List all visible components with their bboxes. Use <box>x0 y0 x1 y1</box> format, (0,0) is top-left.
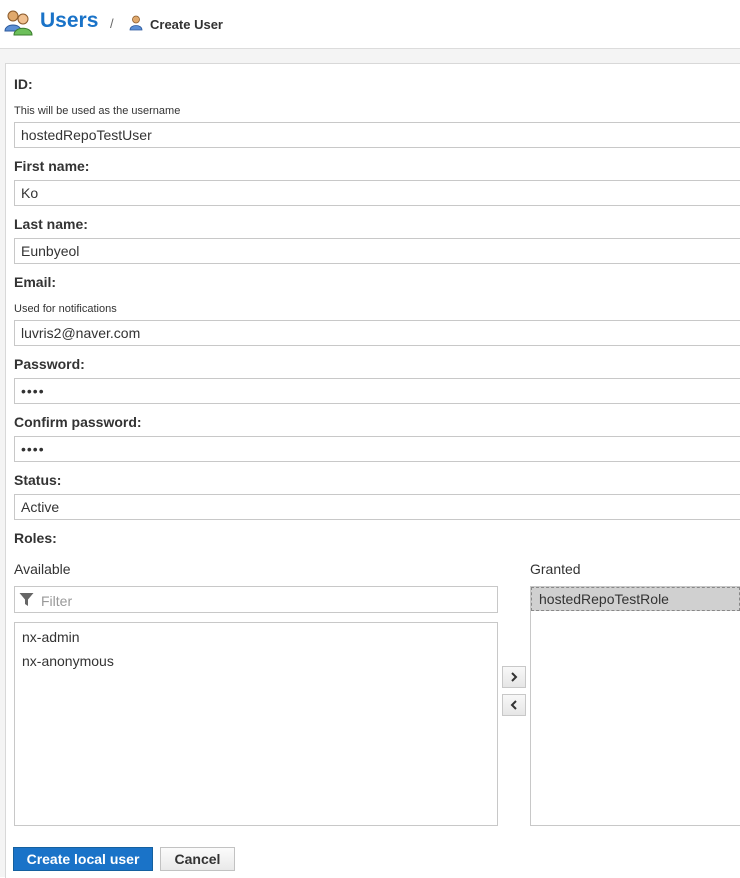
remove-role-button[interactable] <box>502 694 526 716</box>
last-name-label: Last name: <box>14 216 88 232</box>
page-header: Users / Create User <box>0 0 740 49</box>
status-label: Status: <box>14 472 62 488</box>
create-local-user-button[interactable]: Create local user <box>13 847 153 871</box>
first-name-label: First name: <box>14 158 90 174</box>
email-help-text: Used for notifications <box>14 303 117 315</box>
confirm-password-label: Confirm password: <box>14 414 142 430</box>
email-label: Email: <box>14 274 57 290</box>
first-name-field[interactable] <box>14 180 740 206</box>
confirm-password-field[interactable] <box>14 436 740 462</box>
available-roles-heading: Available <box>14 561 71 577</box>
page-title[interactable]: Users <box>40 9 98 33</box>
users-icon <box>4 10 33 36</box>
available-roles-list[interactable]: nx-admin nx-anonymous <box>14 622 498 826</box>
add-role-button[interactable] <box>502 666 526 688</box>
cancel-button[interactable]: Cancel <box>160 847 235 871</box>
granted-roles-heading: Granted <box>530 561 581 577</box>
list-item[interactable]: nx-anonymous <box>15 649 497 673</box>
id-help-text: This will be used as the username <box>14 105 181 117</box>
breadcrumb-separator: / <box>110 16 114 31</box>
email-field[interactable] <box>14 320 740 346</box>
roles-filter[interactable] <box>14 586 498 613</box>
filter-input[interactable] <box>39 589 483 612</box>
id-field[interactable] <box>14 122 740 148</box>
chevron-right-icon <box>511 672 518 682</box>
password-label: Password: <box>14 356 85 372</box>
filter-icon <box>19 593 34 606</box>
list-item[interactable]: hostedRepoTestRole <box>531 587 740 611</box>
granted-roles-list[interactable]: hostedRepoTestRole <box>530 586 740 826</box>
user-icon <box>129 15 143 31</box>
breadcrumb-current: Create User <box>150 17 223 32</box>
roles-label: Roles: <box>14 530 57 546</box>
password-field[interactable] <box>14 378 740 404</box>
list-item[interactable]: nx-admin <box>15 625 497 649</box>
last-name-field[interactable] <box>14 238 740 264</box>
chevron-left-icon <box>510 700 517 710</box>
id-label: ID: <box>14 76 33 92</box>
status-select[interactable] <box>14 494 740 520</box>
